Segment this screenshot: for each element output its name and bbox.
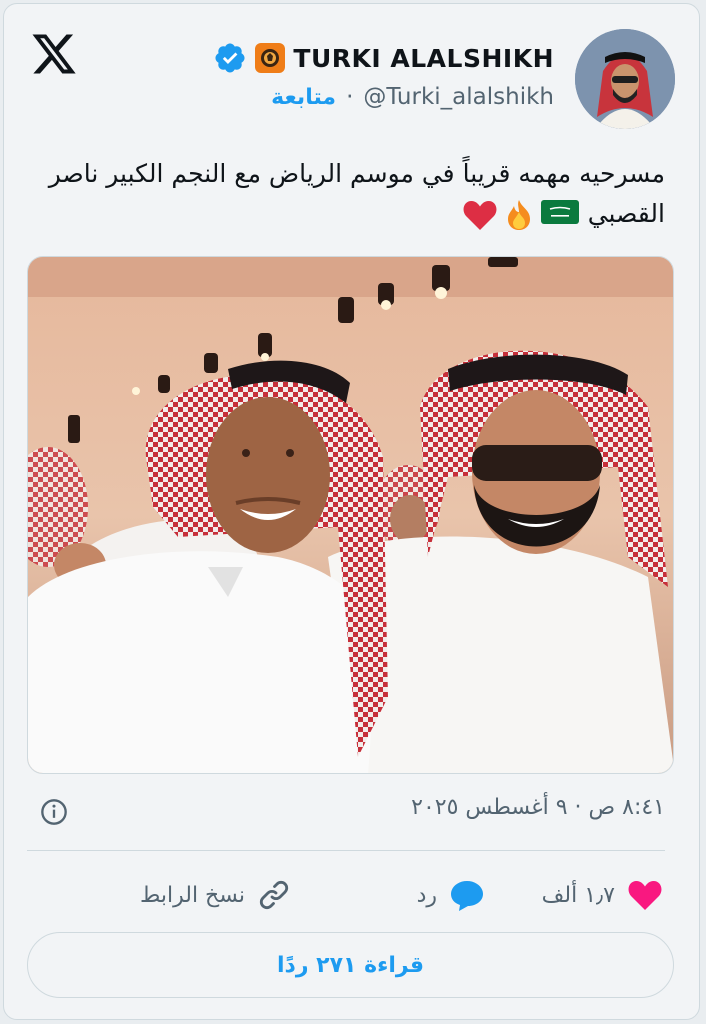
tweet-text: مسرحيه مهمه قريباً في موسم الرياض مع الن… xyxy=(35,154,665,234)
organization-badge-icon xyxy=(255,43,286,73)
profile-avatar[interactable] xyxy=(575,29,675,129)
red-heart-emoji xyxy=(463,201,497,230)
follow-button[interactable]: متابعة xyxy=(271,85,336,110)
reply-label: رد xyxy=(416,882,437,908)
info-icon[interactable] xyxy=(40,798,68,826)
like-count: ١٫٧ ألف xyxy=(541,882,615,908)
x-logo-icon[interactable] xyxy=(30,30,78,78)
fire-emoji xyxy=(507,200,530,230)
heart-icon xyxy=(628,881,662,910)
reply-bubble-icon xyxy=(451,881,483,911)
author-handle-row: متابعة · @Turki_alalshikh xyxy=(271,84,554,110)
copy-link-button[interactable]: نسخ الرابط xyxy=(140,878,291,912)
action-bar: ١٫٧ ألف رد نسخ الرابط xyxy=(4,870,699,920)
reply-button[interactable]: رد xyxy=(417,878,485,912)
author-handle[interactable]: @Turki_alalshikh xyxy=(363,84,554,110)
tweet-timestamp[interactable]: ٨:٤١ ص · ٩ أغسطس ٢٠٢٥ xyxy=(411,795,665,820)
tweet-photo[interactable] xyxy=(27,256,674,774)
author-display-name[interactable]: TURKI ALALSHIKH xyxy=(293,44,554,73)
tweet-card: TURKI ALALSHIKH متابعة · @Turki_alalshik… xyxy=(3,3,700,1020)
read-replies-button[interactable]: قراءة ٢٧١ ردًا xyxy=(27,932,674,998)
photo-illustration xyxy=(28,257,673,773)
like-button[interactable]: ١٫٧ ألف xyxy=(542,878,663,912)
separator-dot: · xyxy=(346,84,354,110)
saudi-flag-emoji xyxy=(540,200,579,224)
divider xyxy=(27,850,665,851)
link-icon xyxy=(259,880,289,910)
emoji-row xyxy=(462,198,580,232)
copy-link-label: نسخ الرابط xyxy=(139,882,245,908)
verified-badge-icon xyxy=(215,43,245,73)
author-name-row: TURKI ALALSHIKH xyxy=(213,40,554,76)
